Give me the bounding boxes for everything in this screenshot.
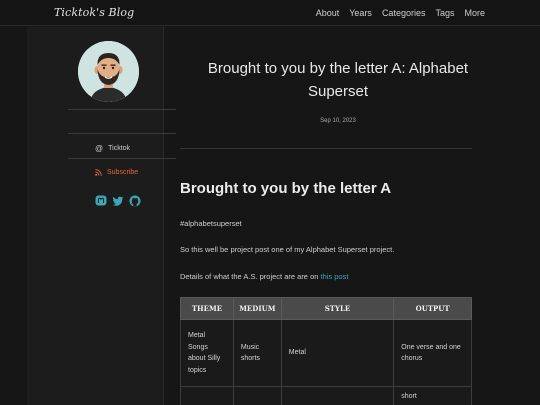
at-icon: @ bbox=[95, 144, 104, 153]
twitter-icon[interactable] bbox=[112, 195, 124, 207]
table-cell: One verse and one chorus bbox=[393, 319, 472, 387]
nav-tags[interactable]: Tags bbox=[435, 8, 454, 18]
rss-icon bbox=[95, 169, 102, 176]
sidebar-handle: @ Ticktok bbox=[95, 144, 130, 153]
main-content: Brought to you by the letter A: Alphabet… bbox=[164, 27, 540, 405]
intro-paragraph: So this well be project post one of my A… bbox=[180, 245, 395, 254]
table-cell bbox=[180, 386, 234, 405]
project-table: THEME MEDIUM STYLE OUTPUT Metal Songs ab… bbox=[180, 297, 472, 405]
col-output: OUTPUT bbox=[393, 297, 472, 320]
main-nav: About Years Categories Tags More bbox=[316, 8, 485, 18]
sidebar-divider bbox=[68, 109, 176, 110]
nav-about[interactable]: About bbox=[316, 8, 340, 18]
social-links bbox=[95, 195, 146, 207]
sidebar: @ Ticktok Subscribe bbox=[27, 27, 176, 405]
post-title: Brought to you by the letter A: Alphabet… bbox=[207, 60, 469, 100]
table-cell: Music shorts bbox=[232, 319, 282, 387]
table-row: short bbox=[180, 386, 472, 405]
hashtag: #alphabetsuperset bbox=[180, 219, 242, 228]
nav-more[interactable]: More bbox=[464, 8, 485, 18]
subscribe-link[interactable]: Subscribe bbox=[95, 169, 138, 176]
table-cell bbox=[232, 386, 282, 405]
post-date: Sep 10, 2023 bbox=[320, 118, 356, 124]
table-cell: short bbox=[393, 386, 472, 405]
subscribe-label: Subscribe bbox=[107, 169, 139, 176]
sidebar-divider bbox=[68, 158, 176, 159]
details-text: Details of what the A.S. project are are… bbox=[180, 272, 321, 281]
github-icon[interactable] bbox=[129, 195, 141, 207]
title-divider bbox=[180, 148, 472, 149]
handle-label: Ticktok bbox=[108, 145, 131, 152]
table-header-row: THEME MEDIUM STYLE OUTPUT bbox=[180, 297, 472, 320]
nav-years[interactable]: Years bbox=[349, 8, 372, 18]
this-post-link[interactable]: this post bbox=[321, 272, 349, 281]
table-cell bbox=[280, 386, 395, 405]
section-heading: Brought to you by the letter A bbox=[180, 180, 392, 197]
sidebar-divider bbox=[68, 133, 176, 134]
site-brand[interactable]: Ticktok's Blog bbox=[54, 6, 134, 19]
mastodon-icon[interactable] bbox=[95, 195, 107, 207]
table-row: Metal Songs about Silly topics Music sho… bbox=[180, 319, 472, 387]
col-style: STYLE bbox=[280, 297, 395, 320]
col-theme: THEME bbox=[180, 297, 234, 320]
col-medium: MEDIUM bbox=[232, 297, 282, 320]
details-paragraph: Details of what the A.S. project are are… bbox=[180, 272, 348, 281]
avatar bbox=[78, 41, 139, 102]
table-cell: Metal Songs about Silly topics bbox=[180, 319, 234, 387]
table-cell: Metal bbox=[280, 319, 395, 387]
avatar-illustration bbox=[78, 41, 139, 102]
top-navbar: Ticktok's Blog About Years Categories Ta… bbox=[0, 0, 540, 26]
nav-categories[interactable]: Categories bbox=[382, 8, 426, 18]
